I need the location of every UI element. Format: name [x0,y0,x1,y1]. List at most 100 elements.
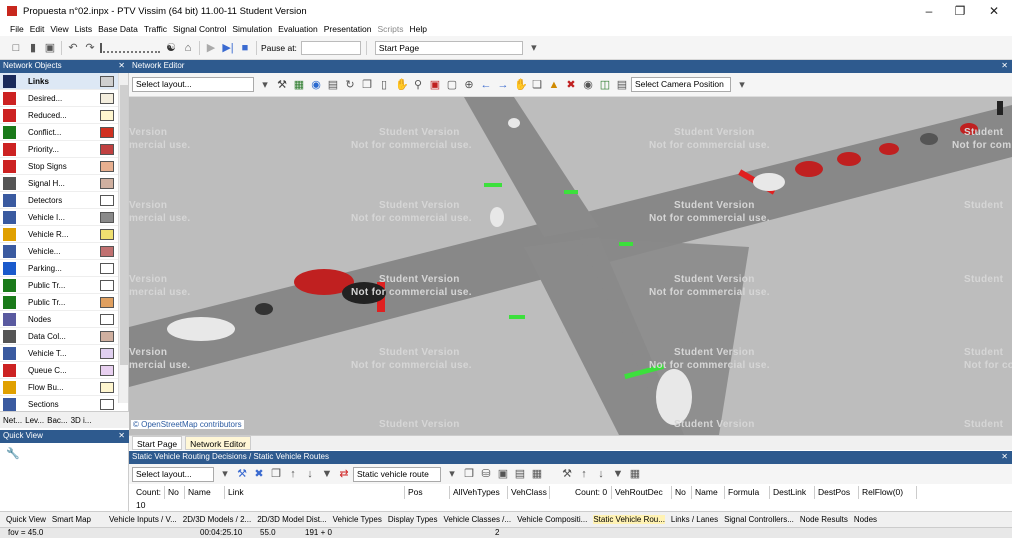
menu-help[interactable]: Help [409,24,426,34]
vehicle-icon[interactable]: ▲ [548,79,560,91]
network-object-color-swatch[interactable] [100,331,114,342]
grid-header-name[interactable]: Name [185,486,225,499]
simulation-speed-slider[interactable] [100,42,160,53]
sort-ascending-icon[interactable]: ↑ [578,468,590,480]
menu-base-data[interactable]: Base Data [98,24,138,34]
network-object-color-swatch[interactable] [100,93,114,104]
grid-header-destlink[interactable]: DestLink [770,486,815,499]
rotate-icon[interactable]: ↻ [344,79,356,91]
tab-vehicle-inputs[interactable]: Vehicle Inputs / V... [109,515,177,524]
chevron-down-icon[interactable]: ▾ [446,468,458,480]
tab-nodes[interactable]: Nodes [854,515,877,524]
network-object-color-swatch[interactable] [100,399,114,410]
back-arrow-icon[interactable]: ← [480,79,492,91]
tab-vehicle-classes[interactable]: Vehicle Classes /... [443,515,511,524]
network-editor-close-icon[interactable]: ✕ [1001,60,1008,72]
network-object-row[interactable]: Vehicle... [0,243,118,260]
grid-header-vehclass[interactable]: VehClass [508,486,550,499]
network-object-color-swatch[interactable] [100,280,114,291]
grid-header-no[interactable]: No [165,486,185,499]
globe-icon[interactable]: ◉ [310,79,322,91]
network-objects-close-icon[interactable]: ✕ [118,60,125,72]
tab-vehicle-types[interactable]: Vehicle Types [333,515,382,524]
wrench-icon[interactable]: 🔧 [6,447,20,460]
network-object-color-swatch[interactable] [100,144,114,155]
tab-display-types[interactable]: Display Types [388,515,438,524]
simulation-resolution-icon[interactable]: ☯ [165,42,177,54]
save-icon[interactable]: ▣ [44,42,56,54]
wrench-icon[interactable]: ⚒ [276,79,288,91]
network-object-color-swatch[interactable] [100,365,114,376]
network-object-color-swatch[interactable] [100,76,114,87]
minimize-button[interactable]: – [915,2,943,20]
grid-header-link[interactable]: Link [225,486,405,499]
tab-vehicle-compositions[interactable]: Vehicle Compositi... [517,515,587,524]
menu-lists[interactable]: Lists [75,24,92,34]
chevron-down-icon[interactable]: ▾ [259,79,271,91]
play-icon[interactable]: ▶ [205,42,217,54]
tab-quick-view[interactable]: Quick View [6,515,46,524]
network-object-color-swatch[interactable] [100,263,114,274]
grid-header-name[interactable]: Name [692,486,725,499]
tab-levels[interactable]: Lev... [25,416,44,425]
scrollbar-thumb[interactable] [120,85,128,365]
chevron-down-icon[interactable]: ▾ [528,42,540,54]
tab-network-editor[interactable]: Network Editor [185,436,251,450]
network-object-color-swatch[interactable] [100,195,114,206]
redo-icon[interactable]: ↷ [84,42,96,54]
openstreetmap-credit-link[interactable]: © OpenStreetMap contributors [131,420,244,429]
menu-view[interactable]: View [50,24,68,34]
tab-network-objects[interactable]: Net... [3,416,22,425]
sort-descending-icon[interactable]: ↓ [304,468,316,480]
single-step-icon[interactable]: ▶| [222,42,234,54]
menu-evaluation[interactable]: Evaluation [278,24,318,34]
save-icon[interactable]: ▣ [497,468,509,480]
no-entry-icon[interactable]: ✖ [565,79,577,91]
network-object-row[interactable]: Data Col... [0,328,118,345]
3d-view-icon[interactable]: ◫ [599,79,611,91]
grid-header-count[interactable]: Count: 0 [572,486,612,499]
grid-header-destpos[interactable]: DestPos [815,486,859,499]
database-icon[interactable]: ⛁ [480,468,492,480]
grid-header-pos[interactable]: Pos [405,486,450,499]
tab-2d3d-models[interactable]: 2D/3D Models / 2... [183,515,251,524]
zoom-in-icon[interactable]: ⊕ [463,79,475,91]
camera-position-select[interactable]: Select Camera Position [631,77,731,92]
sync-icon[interactable]: ⇄ [338,468,350,480]
network-object-row[interactable]: Stop Signs [0,158,118,175]
tab-static-vehicle-routes[interactable]: Static Vehicle Rou... [593,515,665,524]
grid-header-vehroutdec[interactable]: VehRoutDec [612,486,672,499]
chevron-down-icon[interactable]: ▾ [219,468,231,480]
sort-ascending-icon[interactable]: ↑ [287,468,299,480]
grid-header-allvehtypes[interactable]: AllVehTypes [450,486,508,499]
start-page-select[interactable]: Start Page [374,40,523,55]
grid-header-count[interactable]: Count: 10 [133,486,165,510]
wrench-icon[interactable]: ⚒ [236,468,248,480]
attribute-selection-icon[interactable]: ▦ [531,468,543,480]
network-object-color-swatch[interactable] [100,246,114,257]
menu-simulation[interactable]: Simulation [232,24,272,34]
network-object-row[interactable]: Public Tr... [0,294,118,311]
tab-3d-information[interactable]: 3D i... [71,416,92,425]
network-object-row[interactable]: Links [0,73,118,90]
grid-header-no[interactable]: No [672,486,692,499]
hand-icon[interactable]: ✋ [514,79,528,91]
pause-at-input[interactable] [300,40,361,55]
pan-hand-icon[interactable]: ✋ [395,79,409,91]
duplicate-icon[interactable]: ❐ [270,468,282,480]
menu-file[interactable]: File [10,24,24,34]
network-objects-scrollbar[interactable] [118,73,128,403]
network-object-color-swatch[interactable] [100,297,114,308]
network-object-color-swatch[interactable] [100,161,114,172]
network-object-row[interactable]: Vehicle T... [0,345,118,362]
copy-icon[interactable]: ❐ [361,79,373,91]
new-file-icon[interactable]: □ [10,42,22,54]
network-object-row[interactable]: Priority... [0,141,118,158]
stop-icon[interactable]: ■ [239,42,251,54]
delete-icon[interactable]: ✖ [253,468,265,480]
network-object-color-swatch[interactable] [100,127,114,138]
sort-descending-icon[interactable]: ↓ [595,468,607,480]
maximize-button[interactable]: ❐ [946,2,974,20]
menu-presentation[interactable]: Presentation [324,24,372,34]
network-object-row[interactable]: Parking... [0,260,118,277]
